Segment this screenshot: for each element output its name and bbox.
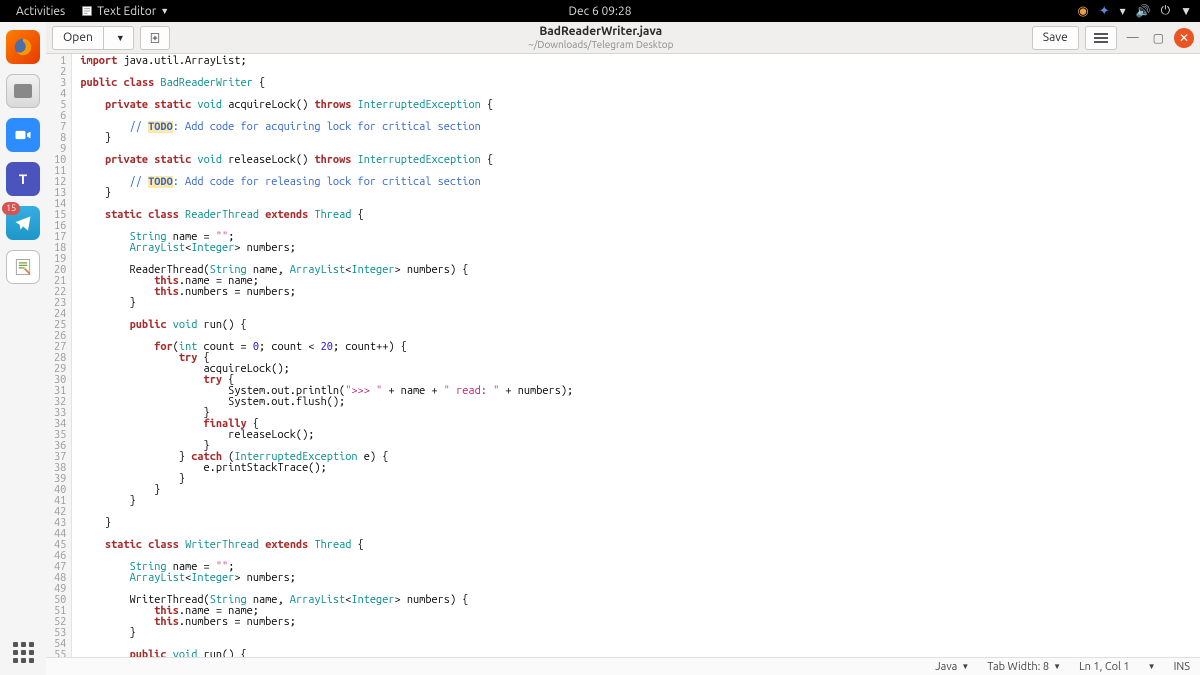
new-tab-button[interactable]: [140, 26, 170, 50]
save-button[interactable]: Save: [1032, 26, 1079, 50]
statusbar: Java ▼ Tab Width: 8 ▼ Ln 1, Col 1 ▼ INS: [46, 657, 1200, 675]
status-icon-1[interactable]: ◉: [1077, 4, 1088, 19]
folder-icon: [14, 84, 32, 98]
open-button[interactable]: Open: [52, 26, 104, 50]
filename: BadReaderWriter.java: [539, 25, 662, 38]
maximize-button[interactable]: ▢: [1149, 31, 1168, 45]
dock-text-editor[interactable]: [6, 250, 40, 284]
teams-icon: T: [19, 171, 27, 187]
code-content[interactable]: import java.util.ArrayList; public class…: [72, 54, 581, 657]
zoom-icon: [13, 125, 33, 145]
close-button[interactable]: ✕: [1174, 28, 1194, 48]
firefox-icon: [12, 36, 34, 58]
status-language[interactable]: Java ▼: [935, 661, 969, 673]
telegram-icon: [13, 213, 33, 233]
status-insert-mode[interactable]: INS: [1174, 661, 1190, 673]
open-button-label: Open: [63, 31, 93, 44]
app-menu-label: Text Editor: [97, 5, 156, 18]
status-ins-label: INS: [1174, 661, 1190, 673]
dock-telegram[interactable]: 15: [6, 206, 40, 240]
sys-caret-icon[interactable]: ▼: [1180, 4, 1192, 18]
code-editor[interactable]: 1 2 3 4 5 6 7 8 9 10 11 12 13 14 15 16 1…: [46, 54, 1200, 657]
activities-button[interactable]: Activities: [8, 5, 73, 18]
dock: T 15: [0, 22, 46, 675]
save-button-label: Save: [1043, 31, 1068, 44]
editor-headerbar: Open ▼ BadReaderWriter.java ~/Downloads/…: [46, 22, 1200, 54]
caret-down-icon: ▼: [1053, 662, 1061, 671]
gnome-top-bar: Activities Text Editor ▼ Dec 6 09:28 ◉ ✦…: [0, 0, 1200, 22]
caret-down-icon: ▼: [116, 33, 125, 43]
network-icon[interactable]: ▾: [1120, 4, 1126, 18]
new-doc-icon: [149, 32, 161, 44]
caret-down-icon: ▼: [160, 6, 169, 16]
dock-teams[interactable]: T: [6, 162, 40, 196]
dock-zoom[interactable]: [6, 118, 40, 152]
power-icon[interactable]: ⏻: [1161, 4, 1171, 18]
status-tab-width-label: Tab Width: 8: [987, 661, 1049, 673]
line-number-gutter: 1 2 3 4 5 6 7 8 9 10 11 12 13 14 15 16 1…: [46, 54, 72, 657]
telegram-badge: 15: [2, 202, 20, 215]
close-icon: ✕: [1179, 31, 1189, 45]
status-tab-width[interactable]: Tab Width: 8 ▼: [987, 661, 1061, 673]
dock-show-apps[interactable]: [13, 642, 34, 663]
open-recent-button[interactable]: ▼: [104, 26, 134, 50]
status-line-ending[interactable]: ▼: [1148, 662, 1156, 671]
clock[interactable]: Dec 6 09:28: [569, 5, 632, 18]
status-position-label: Ln 1, Col 1: [1079, 661, 1130, 673]
volume-icon[interactable]: 🔊: [1136, 4, 1151, 18]
titlebar: BadReaderWriter.java ~/Downloads/Telegra…: [170, 25, 1032, 49]
status-language-label: Java: [935, 661, 957, 673]
dock-firefox[interactable]: [6, 30, 40, 64]
hamburger-menu[interactable]: [1085, 26, 1117, 50]
minimize-button[interactable]: —: [1123, 31, 1143, 44]
gedit-icon: [13, 257, 33, 277]
status-cursor-position: Ln 1, Col 1: [1079, 661, 1130, 673]
dock-files[interactable]: [6, 74, 40, 108]
filepath: ~/Downloads/Telegram Desktop: [528, 39, 673, 50]
hamburger-icon: [1094, 33, 1108, 43]
caret-down-icon: ▼: [961, 662, 969, 671]
status-icon-2[interactable]: ✦: [1099, 4, 1110, 19]
app-menu[interactable]: Text Editor ▼: [73, 5, 177, 18]
text-editor-icon: [81, 5, 93, 17]
caret-down-icon: ▼: [1148, 662, 1156, 671]
